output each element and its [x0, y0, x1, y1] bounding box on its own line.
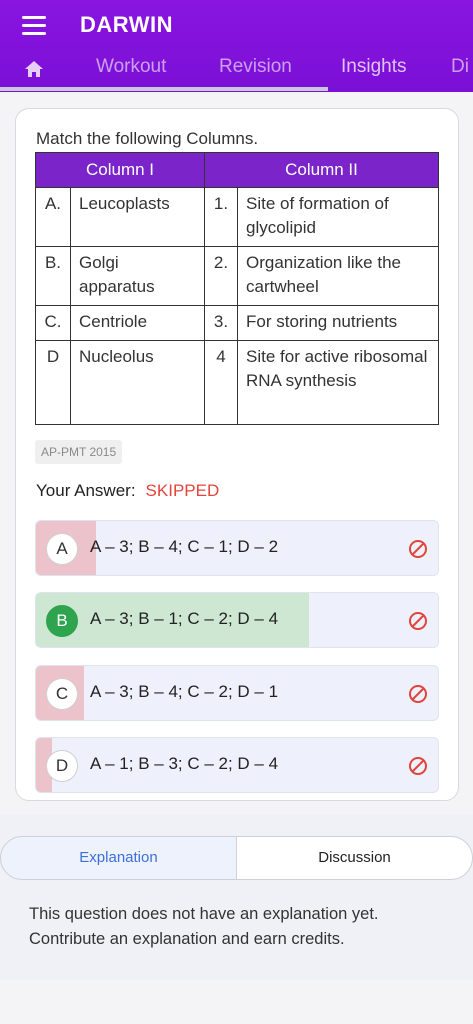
table-row: D Nucleolus 4 Site for active ribosomal …: [35, 340, 439, 425]
explanation-text: This question does not have an explanati…: [29, 905, 379, 948]
option-c[interactable]: C A – 3; B – 4; C – 2; D – 1: [35, 665, 439, 721]
row-match: Site for active ribosomal RNA synthesis: [237, 340, 439, 425]
option-text: A – 3; B – 4; C – 2; D – 1: [90, 682, 279, 701]
option-key: B: [46, 605, 78, 637]
explanation-section: Explanation Discussion This question doe…: [0, 815, 473, 980]
row-number: 4: [204, 340, 238, 425]
table-row: C. Centriole 3. For storing nutrients: [35, 305, 439, 341]
row-match: For storing nutrients: [237, 305, 439, 341]
tab-revision[interactable]: Revision: [219, 56, 292, 78]
your-answer-status: SKIPPED: [145, 481, 220, 500]
app-header: DARWIN Workout Revision Insights Di: [0, 0, 473, 92]
not-selected-icon: [409, 540, 427, 558]
row-item: Golgi apparatus: [70, 246, 205, 306]
row-letter: D: [35, 340, 71, 425]
option-key: A: [46, 533, 78, 565]
option-key: C: [46, 678, 78, 710]
tab-more[interactable]: Di: [451, 56, 469, 78]
column-1-header: Column I: [35, 152, 205, 188]
row-letter: C.: [35, 305, 71, 341]
row-letter: A.: [35, 187, 71, 247]
row-number: 2.: [204, 246, 238, 306]
active-tab-indicator: [328, 87, 473, 91]
option-text: A – 3; B – 1; C – 2; D – 4: [90, 609, 279, 628]
option-a[interactable]: A A – 3; B – 4; C – 1; D – 2: [35, 520, 439, 576]
option-text: A – 1; B – 3; C – 2; D – 4: [90, 754, 279, 773]
row-number: 3.: [204, 305, 238, 341]
question-prompt: Match the following Columns.: [36, 129, 259, 148]
column-2-header: Column II: [204, 152, 439, 188]
option-d[interactable]: D A – 1; B – 3; C – 2; D – 4: [35, 737, 439, 793]
tab-bar: Workout Revision Insights Di: [0, 52, 473, 92]
tab-insights[interactable]: Insights: [341, 56, 406, 78]
your-answer: Your Answer: SKIPPED: [36, 481, 219, 501]
table-row: A. Leucoplasts 1. Site of formation of g…: [35, 187, 439, 247]
home-icon[interactable]: [24, 60, 44, 78]
match-table: Column I Column II A. Leucoplasts 1. Sit…: [35, 152, 439, 425]
menu-icon[interactable]: [22, 16, 46, 35]
option-key: D: [46, 750, 78, 782]
row-item: Centriole: [70, 305, 205, 341]
not-selected-icon: [409, 612, 427, 630]
your-answer-label: Your Answer:: [36, 481, 136, 500]
option-b[interactable]: B A – 3; B – 1; C – 2; D – 4: [35, 592, 439, 648]
tab-explanation[interactable]: Explanation: [0, 836, 237, 880]
not-selected-icon: [409, 757, 427, 775]
exam-source-tag: AP-PMT 2015: [35, 440, 123, 464]
row-match: Organization like the cartwheel: [237, 246, 439, 306]
tab-track: [0, 87, 328, 91]
tab-workout[interactable]: Workout: [96, 56, 166, 78]
tab-discussion[interactable]: Discussion: [236, 836, 473, 880]
table-row: B. Golgi apparatus 2. Organization like …: [35, 246, 439, 306]
app-title: DARWIN: [80, 12, 174, 37]
option-text: A – 3; B – 4; C – 1; D – 2: [90, 537, 279, 556]
segmented-control: Explanation Discussion: [0, 836, 473, 880]
not-selected-icon: [409, 685, 427, 703]
row-number: 1.: [204, 187, 238, 247]
row-item: Nucleolus: [70, 340, 205, 425]
row-letter: B.: [35, 246, 71, 306]
row-item: Leucoplasts: [70, 187, 205, 247]
question-card: Match the following Columns. Column I Co…: [15, 108, 459, 801]
row-match: Site of formation of glycolipid: [237, 187, 439, 247]
